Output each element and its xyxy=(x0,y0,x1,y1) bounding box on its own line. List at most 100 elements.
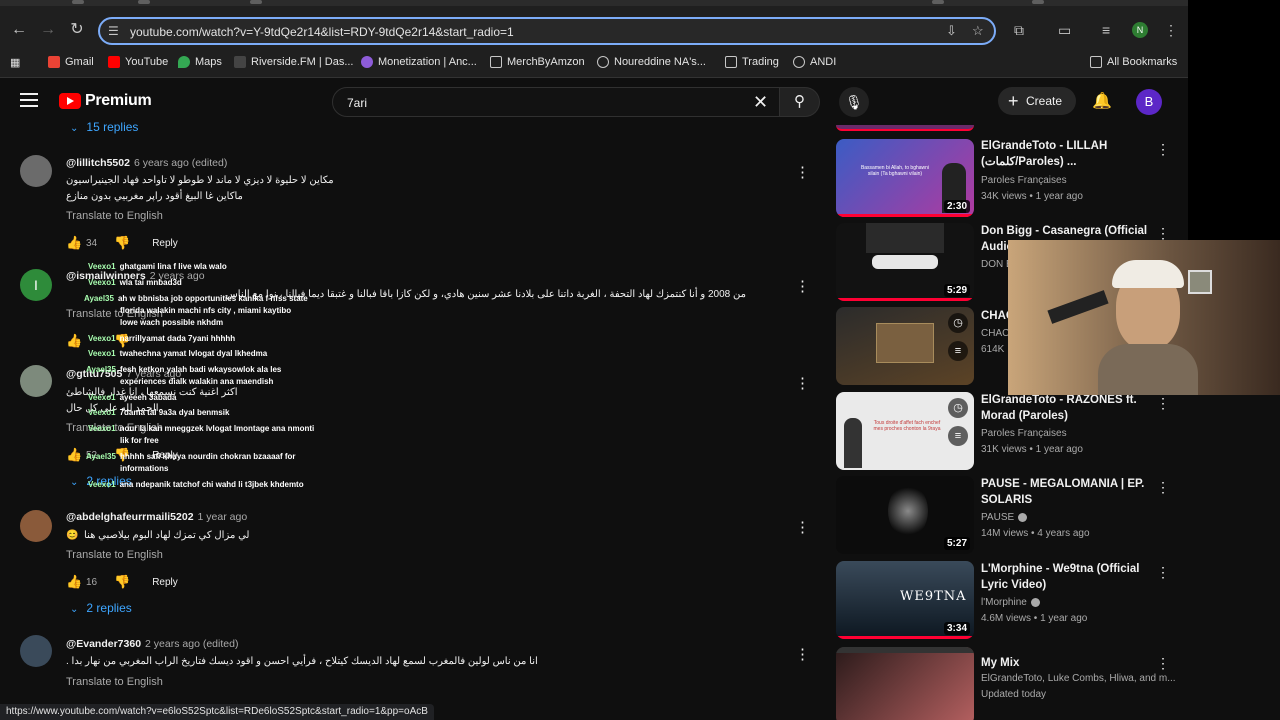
bookmark-folder-merch[interactable]: MerchByAmzon xyxy=(490,56,585,68)
add-to-queue-icon[interactable]: ≡ xyxy=(948,341,968,361)
video-menu-icon[interactable]: ⋮ xyxy=(1156,479,1170,496)
back-icon[interactable]: ← xyxy=(8,19,30,41)
comment-author[interactable]: @Evander7360 xyxy=(66,638,141,650)
bookmark-andi[interactable]: ANDI xyxy=(793,56,836,68)
bookmark-star-icon[interactable]: ☆ xyxy=(972,24,984,38)
replies-toggle[interactable]: ⌄ 2 replies xyxy=(70,601,132,615)
media-control-icon[interactable]: ≡ xyxy=(1102,21,1110,39)
translate-link[interactable]: Translate to English xyxy=(66,676,163,688)
reply-button[interactable]: Reply xyxy=(152,577,178,588)
comment-menu-icon[interactable]: ⋮ xyxy=(795,163,810,181)
search-input[interactable]: 7ari ✕ xyxy=(332,87,780,117)
bookmark-label: Trading xyxy=(742,56,779,68)
chat-user: Veexo1 xyxy=(88,349,116,358)
video-title[interactable]: L'Morphine - We9tna (Official Lyric Vide… xyxy=(981,561,1166,593)
channel-name[interactable]: Paroles Françaises xyxy=(981,175,1067,186)
bookmark-gmail[interactable]: Gmail xyxy=(48,56,94,68)
site-info-icon[interactable]: ☰ xyxy=(108,24,122,38)
like-icon[interactable]: 👍 xyxy=(66,235,82,251)
comment-menu-icon[interactable]: ⋮ xyxy=(795,518,810,536)
dislike-icon[interactable]: 👎 xyxy=(114,574,130,590)
video-thumbnail[interactable]: Tous droite d'affet fach enchef mes proc… xyxy=(836,392,974,470)
avatar[interactable]: I xyxy=(20,269,52,301)
channel-name[interactable]: Paroles Françaises xyxy=(981,428,1067,439)
create-button[interactable]: + Create xyxy=(998,87,1076,115)
comment-menu-icon[interactable]: ⋮ xyxy=(795,277,810,295)
reply-button[interactable]: Reply xyxy=(152,238,178,249)
video-duration: 3:34 xyxy=(943,622,970,635)
video-title[interactable]: ElGrandeToto - LILLAH (كلمات/Paroles) ..… xyxy=(981,138,1166,170)
comment-header: @Evander7360 2 years ago (edited) xyxy=(66,638,238,650)
brand-label[interactable]: Premium xyxy=(85,92,152,110)
comment-menu-icon[interactable]: ⋮ xyxy=(795,374,810,392)
video-thumbnail[interactable]: 5:29 xyxy=(836,223,974,301)
tab-indicator[interactable] xyxy=(138,0,150,4)
bookmark-youtube[interactable]: YouTube xyxy=(108,56,168,68)
account-avatar[interactable]: B xyxy=(1136,89,1162,115)
video-title[interactable]: PAUSE - MEGALOMANIA | EP. SOLARIS xyxy=(981,476,1166,508)
address-url[interactable]: youtube.com/watch?v=Y-9tdQe2r14&list=RDY… xyxy=(130,25,514,39)
comment-menu-icon[interactable]: ⋮ xyxy=(795,645,810,663)
video-thumbnail[interactable]: WE9TNA 3:34 xyxy=(836,561,974,639)
bookmark-folder-trading[interactable]: Trading xyxy=(725,56,779,68)
comment-time[interactable]: 1 year ago xyxy=(198,511,248,523)
video-title[interactable]: ElGrandeToto - RAZONES ft. Morad (Parole… xyxy=(981,392,1166,424)
avatar[interactable] xyxy=(20,510,52,542)
browser-profile-avatar[interactable]: N xyxy=(1132,22,1148,38)
install-app-icon[interactable]: ⇩ xyxy=(946,24,957,38)
bookmark-monetization[interactable]: Monetization | Anc... xyxy=(361,56,477,68)
folder-icon xyxy=(725,56,737,68)
voice-search-button[interactable]: 🎙 xyxy=(839,87,869,117)
youtube-logo-icon[interactable] xyxy=(59,93,81,109)
reload-icon[interactable]: ↻ xyxy=(66,19,88,41)
video-thumbnail[interactable]: Bassamen bi Allah, to bghawni silain (Ta… xyxy=(836,139,974,217)
bookmark-label: YouTube xyxy=(125,56,169,68)
dislike-icon[interactable]: 👎 xyxy=(114,235,130,251)
video-thumbnail[interactable]: ◷ ≡ xyxy=(836,307,974,385)
comment-author[interactable]: @abdelghafeurrmaili5202 xyxy=(66,511,194,523)
avatar[interactable] xyxy=(20,635,52,667)
video-thumbnail[interactable] xyxy=(836,125,974,131)
video-menu-icon[interactable]: ⋮ xyxy=(1156,655,1170,672)
bookmark-riverside[interactable]: Riverside.FM | Das... xyxy=(234,56,354,68)
search-button[interactable]: ⚲ xyxy=(780,87,820,117)
extensions-icon[interactable]: ⧉ xyxy=(1014,21,1024,39)
address-bar[interactable]: ☰ youtube.com/watch?v=Y-9tdQe2r14&list=R… xyxy=(98,17,996,45)
menu-icon[interactable] xyxy=(20,93,38,107)
comment-time[interactable]: 6 years ago (edited) xyxy=(134,157,227,169)
bookmark-maps[interactable]: Maps xyxy=(178,56,222,68)
comment-time[interactable]: 2 years ago (edited) xyxy=(145,638,238,650)
apps-icon[interactable]: ▦ xyxy=(10,56,20,69)
avatar[interactable] xyxy=(20,365,52,397)
tab-indicator[interactable] xyxy=(72,0,84,4)
screen-cast-icon[interactable]: ▭ xyxy=(1058,21,1071,39)
tab-indicator[interactable] xyxy=(1032,0,1044,4)
browser-menu-icon[interactable]: ⋮ xyxy=(1164,21,1178,39)
translate-link[interactable]: Translate to English xyxy=(66,210,163,222)
tab-indicator[interactable] xyxy=(932,0,944,4)
video-title[interactable]: My Mix xyxy=(981,655,1166,671)
video-menu-icon[interactable]: ⋮ xyxy=(1156,395,1170,412)
video-thumbnail[interactable] xyxy=(836,647,974,720)
video-thumbnail[interactable]: 5:27 xyxy=(836,476,974,554)
channel-name[interactable]: PAUSE xyxy=(981,512,1028,523)
bookmark-noureddine[interactable]: Noureddine NA's... xyxy=(597,56,706,68)
all-bookmarks[interactable]: All Bookmarks xyxy=(1090,56,1177,68)
translate-link[interactable]: Translate to English xyxy=(66,549,163,561)
like-icon[interactable]: 👍 xyxy=(66,574,82,590)
watch-later-icon[interactable]: ◷ xyxy=(948,398,968,418)
notifications-bell-icon[interactable]: 🔔 xyxy=(1092,91,1112,111)
replies-toggle[interactable]: ⌄ 15 replies xyxy=(70,120,138,134)
forward-icon[interactable]: → xyxy=(37,19,59,41)
tab-indicator[interactable] xyxy=(250,0,262,4)
clear-search-icon[interactable]: ✕ xyxy=(753,92,768,112)
watch-later-icon[interactable]: ◷ xyxy=(948,313,968,333)
search-value[interactable]: 7ari xyxy=(347,96,367,110)
channel-name[interactable]: ElGrandeToto, Luke Combs, Hliwa, and m..… xyxy=(981,673,1176,684)
comment-author[interactable]: @lillitch5502 xyxy=(66,157,130,169)
video-menu-icon[interactable]: ⋮ xyxy=(1156,564,1170,581)
add-to-queue-icon[interactable]: ≡ xyxy=(948,426,968,446)
channel-name[interactable]: l'Morphine xyxy=(981,597,1040,608)
avatar[interactable] xyxy=(20,155,52,187)
video-menu-icon[interactable]: ⋮ xyxy=(1156,141,1170,158)
